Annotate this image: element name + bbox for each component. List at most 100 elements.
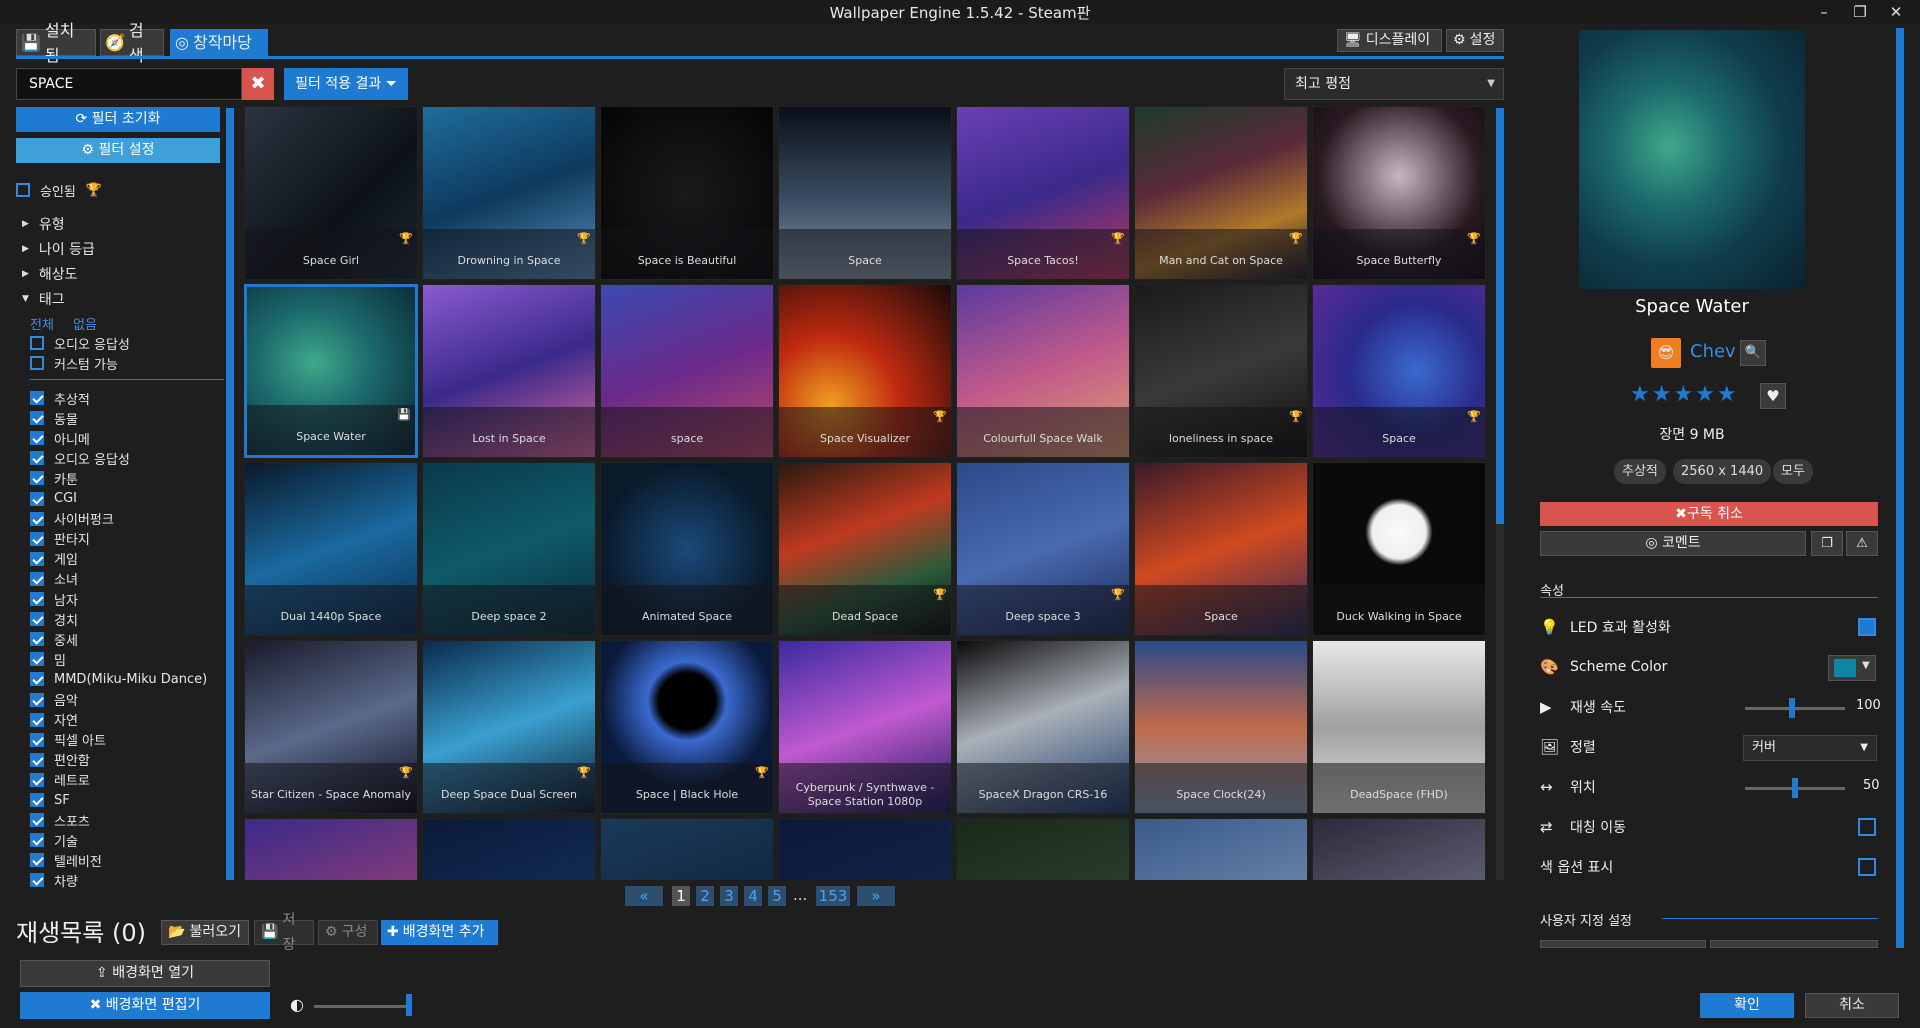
filter-customizable[interactable]: 커스텀 가능 xyxy=(30,353,118,373)
tab-workshop[interactable]: ◎ 창작마당 xyxy=(170,29,268,56)
wallpaper-card[interactable]: Space | Black Hole 🏆 xyxy=(600,640,774,814)
report-button[interactable]: ⚠ xyxy=(1846,531,1878,556)
checkbox[interactable] xyxy=(30,411,44,426)
wallpaper-card[interactable]: loneliness in space 🏆 xyxy=(1134,284,1308,458)
checkbox[interactable] xyxy=(30,551,44,566)
page-4[interactable]: 4 xyxy=(744,886,762,906)
tag-filter-item[interactable]: 자연 xyxy=(30,710,78,730)
tag-filter-item[interactable]: 차량 xyxy=(30,870,78,890)
wallpaper-card[interactable]: Space Girl 🏆 xyxy=(244,106,418,280)
checkbox[interactable] xyxy=(30,511,44,526)
playlist-save-button[interactable]: 💾 저장 xyxy=(254,912,314,953)
checkbox[interactable] xyxy=(30,692,44,707)
wallpaper-card[interactable]: Cyberpunk / Synthwave - Space Station 10… xyxy=(778,640,952,814)
filter-scrollbar-thumb[interactable] xyxy=(226,108,234,880)
speed-slider-thumb[interactable] xyxy=(1789,698,1795,718)
color-options-checkbox[interactable] xyxy=(1858,858,1876,876)
mirror-checkbox[interactable] xyxy=(1858,818,1876,836)
tag-filter-item[interactable]: 판타지 xyxy=(30,529,90,549)
page-last[interactable]: 153 xyxy=(816,886,850,906)
tag-filter-item[interactable]: 기술 xyxy=(30,830,78,850)
ok-button[interactable]: 확인 xyxy=(1700,993,1794,1018)
checkbox[interactable] xyxy=(30,491,44,506)
section-tags[interactable]: ▼ 태그 xyxy=(22,289,65,309)
checkbox[interactable] xyxy=(30,732,44,747)
checkbox[interactable] xyxy=(30,531,44,546)
tag-filter-item[interactable]: 소녀 xyxy=(30,569,78,589)
wallpaper-card[interactable]: Star Citizen - Space Anomaly 🏆 xyxy=(244,640,418,814)
tag-filter-item[interactable]: 사이버펑크 xyxy=(30,509,114,529)
wallpaper-card[interactable]: Space Water 💾 xyxy=(244,284,418,458)
checkbox[interactable] xyxy=(30,813,44,828)
led-checkbox[interactable] xyxy=(1858,618,1876,636)
wallpaper-card[interactable]: SpaceX Dragon CRS-16 xyxy=(956,640,1130,814)
brightness-slider-track[interactable] xyxy=(314,1005,410,1008)
wallpaper-card[interactable] xyxy=(422,818,596,880)
wallpaper-card[interactable]: Colourfull Space Walk xyxy=(956,284,1130,458)
checkbox[interactable] xyxy=(30,612,44,627)
add-wallpaper-button[interactable]: ✚ 배경화면 추가 xyxy=(381,920,498,945)
author-name-link[interactable]: Chev xyxy=(1690,341,1736,362)
copy-button[interactable]: ❐ xyxy=(1811,531,1843,556)
playlist-load-button[interactable]: 📂 불러오기 xyxy=(161,920,249,945)
wallpaper-card[interactable]: Space Clock(24) xyxy=(1134,640,1308,814)
sort-dropdown[interactable]: 최고 평점 ▼ xyxy=(1284,68,1504,100)
tag-filter-item[interactable]: 레트로 xyxy=(30,770,90,790)
author-search-button[interactable]: 🔍 xyxy=(1740,340,1766,366)
wallpaper-card[interactable]: Duck Walking in Space xyxy=(1312,462,1486,636)
favorite-button[interactable]: ♥ xyxy=(1760,383,1786,409)
prev-page-button[interactable]: « xyxy=(625,886,663,906)
wallpaper-card[interactable] xyxy=(600,818,774,880)
wallpaper-card[interactable] xyxy=(1134,818,1308,880)
tag-filter-item[interactable]: SF xyxy=(30,790,70,810)
page-1[interactable]: 1 xyxy=(672,886,690,906)
checkbox[interactable] xyxy=(30,336,44,350)
checkbox[interactable] xyxy=(30,712,44,727)
tag-filter-item[interactable]: 텔레비전 xyxy=(30,850,102,870)
author-avatar[interactable]: 😎 xyxy=(1651,338,1681,368)
position-slider-thumb[interactable] xyxy=(1792,778,1798,798)
checkbox[interactable] xyxy=(30,592,44,606)
wallpaper-card[interactable] xyxy=(244,818,418,880)
tag-filter-item[interactable]: 음악 xyxy=(30,690,78,710)
wallpaper-card[interactable]: Man and Cat on Space 🏆 xyxy=(1134,106,1308,280)
tag-filter-item[interactable]: 아니메 xyxy=(30,428,90,448)
section-resolution[interactable]: ▶ 해상도 xyxy=(22,264,78,284)
display-button[interactable]: 🖥 디스플레이 xyxy=(1337,29,1442,52)
checkbox[interactable] xyxy=(30,391,44,405)
tab-installed[interactable]: 💾 설치됨 xyxy=(16,21,96,65)
custom-settings-button-right[interactable] xyxy=(1710,940,1878,948)
filter-results-button[interactable]: 필터 적용 결과 ⏷ xyxy=(284,68,408,100)
wallpaper-card[interactable]: Space 🏆 xyxy=(1312,284,1486,458)
checkbox[interactable] xyxy=(30,772,44,787)
checkbox[interactable] xyxy=(30,431,44,446)
checkbox[interactable] xyxy=(30,571,44,586)
wallpaper-card[interactable]: Space Visualizer 🏆 xyxy=(778,284,952,458)
wallpaper-card[interactable]: Space xyxy=(1134,462,1308,636)
approved-checkbox[interactable] xyxy=(16,183,30,197)
maximize-button[interactable]: ❐ xyxy=(1842,0,1878,24)
cancel-button[interactable]: 취소 xyxy=(1805,993,1899,1018)
page-2[interactable]: 2 xyxy=(696,886,714,906)
tag-filter-item[interactable]: MMD(Miku-Miku Dance) xyxy=(30,669,207,689)
tag-filter-item[interactable]: 중세 xyxy=(30,629,78,649)
checkbox[interactable] xyxy=(30,873,44,888)
tag-filter-item[interactable]: 스포츠 xyxy=(30,810,90,830)
checkbox[interactable] xyxy=(30,833,44,848)
search-input[interactable]: SPACE xyxy=(16,68,242,100)
tag-filter-item[interactable]: 남자 xyxy=(30,589,78,609)
checkbox[interactable] xyxy=(30,451,44,466)
clear-search-button[interactable]: ✖ xyxy=(242,68,274,100)
tag-filter-item[interactable]: CGI xyxy=(30,489,77,509)
wallpaper-card[interactable]: Space Butterfly 🏆 xyxy=(1312,106,1486,280)
wallpaper-card[interactable]: Lost in Space xyxy=(422,284,596,458)
wallpaper-card[interactable]: Deep space 2 xyxy=(422,462,596,636)
wallpaper-editor-button[interactable]: ✖ 배경화면 편집기 xyxy=(20,992,270,1019)
wallpaper-card[interactable] xyxy=(956,818,1130,880)
wallpaper-card[interactable]: DeadSpace (FHD) xyxy=(1312,640,1486,814)
checkbox[interactable] xyxy=(30,752,44,767)
unsubscribe-button[interactable]: ✖구독 취소 xyxy=(1540,502,1878,526)
section-age-rating[interactable]: ▶ 나이 등급 xyxy=(22,239,95,259)
tag-filter-item[interactable]: 추상적 xyxy=(30,388,90,408)
wallpaper-card[interactable]: space xyxy=(600,284,774,458)
